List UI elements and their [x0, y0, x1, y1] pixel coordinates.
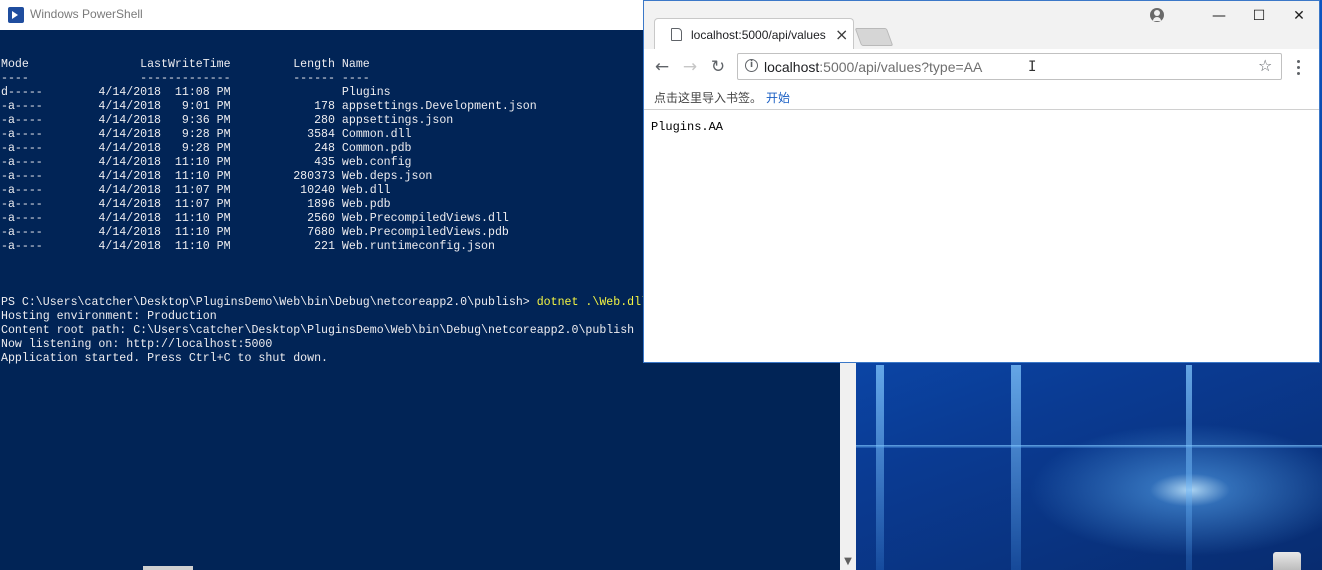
console-line-text: -a---- 4/14/2018 11:07 PM 1896 Web.pdb [1, 198, 391, 211]
close-window-button[interactable]: ✕ [1284, 5, 1314, 27]
console-line-text: Application started. Press Ctrl+C to shu… [1, 352, 328, 365]
tab-localhost-values[interactable]: localhost:5000/api/values × [654, 18, 854, 49]
console-line: -a---- 4/14/2018 11:10 PM 280373 Web.dep… [1, 170, 432, 184]
reload-button[interactable]: ↻ [707, 56, 729, 78]
tab-close-icon[interactable]: × [835, 25, 848, 44]
forward-button[interactable]: → [679, 56, 701, 78]
console-line-text: -a---- 4/14/2018 11:10 PM 435 web.config [1, 156, 412, 169]
console-line-text: -a---- 4/14/2018 11:10 PM 2560 Web.Preco… [1, 212, 509, 225]
console-line-text: -a---- 4/14/2018 9:36 PM 280 appsettings… [1, 114, 454, 127]
chrome-tabstrip[interactable]: localhost:5000/api/values × — ☐ ✕ [644, 1, 1319, 49]
console-line-text: Mode LastWriteTime Length Name [1, 58, 370, 71]
bookmarks-start-link[interactable]: 开始 [766, 89, 790, 106]
powershell-horizontal-scroll-thumb[interactable] [143, 566, 193, 570]
console-line-text: Content root path: C:\Users\catcher\Desk… [1, 324, 635, 337]
console-line-text: -a---- 4/14/2018 9:28 PM 248 Common.pdb [1, 142, 412, 155]
console-line-text: ---- ------------- ------ ---- [1, 72, 370, 85]
console-line: -a---- 4/14/2018 11:10 PM 435 web.config [1, 156, 412, 170]
console-line-text: -a---- 4/14/2018 9:01 PM 178 appsettings… [1, 100, 537, 113]
console-line-text: d----- 4/14/2018 11:08 PM Plugins [1, 86, 391, 99]
page-favicon-icon [671, 28, 682, 41]
console-line: -a---- 4/14/2018 11:07 PM 10240 Web.dll [1, 184, 391, 198]
url-host: localhost [764, 59, 820, 75]
console-line: ---- ------------- ------ ---- [1, 72, 370, 86]
console-line: -a---- 4/14/2018 11:10 PM 7680 Web.Preco… [1, 226, 509, 240]
console-line-text: -a---- 4/14/2018 11:10 PM 221 Web.runtim… [1, 240, 495, 253]
console-line: Hosting environment: Production [1, 310, 217, 324]
console-line: Content root path: C:\Users\catcher\Desk… [1, 324, 634, 338]
console-line: Now listening on: http://localhost:5000 [1, 338, 272, 352]
profile-icon[interactable] [1150, 8, 1164, 22]
three-dot-menu-icon[interactable] [1292, 56, 1306, 78]
console-line: d----- 4/14/2018 11:08 PM Plugins [1, 86, 391, 100]
recycle-bin-icon[interactable] [1273, 552, 1301, 570]
console-line-text: -a---- 4/14/2018 11:10 PM 7680 Web.Preco… [1, 226, 509, 239]
response-text: Plugins.AA [651, 120, 724, 134]
console-line-text: -a---- 4/14/2018 11:10 PM 280373 Web.dep… [1, 170, 433, 183]
console-line: -a---- 4/14/2018 9:01 PM 178 appsettings… [1, 100, 537, 114]
console-line: -a---- 4/14/2018 9:28 PM 3584 Common.dll [1, 128, 412, 142]
console-line: -a---- 4/14/2018 9:28 PM 248 Common.pdb [1, 142, 412, 156]
console-line: -a---- 4/14/2018 11:07 PM 1896 Web.pdb [1, 198, 391, 212]
maximize-button[interactable]: ☐ [1244, 5, 1274, 27]
console-line: Application started. Press Ctrl+C to shu… [1, 352, 328, 366]
console-line-text: Hosting environment: Production [1, 310, 217, 323]
back-button[interactable]: ← [651, 56, 673, 78]
console-command: dotnet .\Web.dll [536, 296, 649, 309]
url-path: :5000/api/values?type=AA [819, 59, 983, 75]
new-tab-button[interactable] [854, 28, 894, 46]
powershell-title: Windows PowerShell [30, 7, 143, 21]
console-line: Mode LastWriteTime Length Name [1, 58, 370, 72]
site-info-icon[interactable]: i [745, 59, 758, 72]
minimize-button[interactable]: — [1204, 5, 1234, 27]
page-content: Plugins.AA [644, 110, 1319, 362]
console-line: -a---- 4/14/2018 9:36 PM 280 appsettings… [1, 114, 453, 128]
console-line-text: -a---- 4/14/2018 9:28 PM 3584 Common.dll [1, 128, 412, 141]
chrome-toolbar: ← → ↻ i localhost:5000/api/values?type=A… [644, 49, 1319, 85]
console-line-text: Now listening on: http://localhost:5000 [1, 338, 273, 351]
text-cursor-icon: I [1028, 59, 1037, 75]
scroll-down-icon[interactable]: ▼ [840, 556, 856, 568]
address-bar[interactable]: i localhost:5000/api/values?type=AA I ☆ [737, 53, 1282, 80]
star-icon[interactable]: ☆ [1258, 56, 1272, 75]
url-text[interactable]: localhost:5000/api/values?type=AA [764, 59, 982, 75]
bookmarks-bar: 点击这里导入书签。 开始 [644, 85, 1319, 110]
powershell-icon [8, 7, 24, 23]
console-line-text: PS C:\Users\catcher\Desktop\PluginsDemo\… [1, 296, 537, 309]
console-line: -a---- 4/14/2018 11:10 PM 221 Web.runtim… [1, 240, 495, 254]
bookmarks-import-hint[interactable]: 点击这里导入书签。 [654, 89, 762, 106]
console-line-text: -a---- 4/14/2018 11:07 PM 10240 Web.dll [1, 184, 391, 197]
tab-title: localhost:5000/api/values [691, 28, 826, 42]
console-line: -a---- 4/14/2018 11:10 PM 2560 Web.Preco… [1, 212, 509, 226]
console-line: PS C:\Users\catcher\Desktop\PluginsDemo\… [1, 296, 648, 310]
desktop-light-rays [856, 365, 1322, 570]
chrome-window: localhost:5000/api/values × — ☐ ✕ ← → ↻ … [643, 0, 1320, 363]
